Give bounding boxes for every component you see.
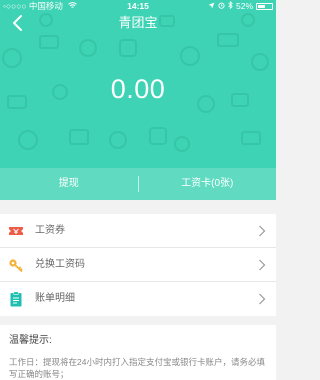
tips-body: 工作日：提现将在24小时内打入指定支付宝或银行卡账户，请务必填写正确的账号；	[9, 357, 265, 379]
page-title: 青团宝	[118, 15, 158, 30]
menu-item-label: 兑换工资码	[35, 259, 85, 270]
battery-icon	[256, 2, 273, 10]
menu-item-redeem-code[interactable]: 兑换工资码	[0, 248, 276, 282]
key-icon	[9, 259, 23, 273]
chevron-right-icon	[259, 293, 266, 305]
clipboard-icon	[10, 291, 22, 307]
status-bar: ◦○○○○ 中国移动 14:15 52%	[0, 0, 276, 12]
salary-card-button[interactable]: 工资卡(0张)	[139, 168, 277, 200]
header-area: ◦○○○○ 中国移动 14:15 52% 青团宝 0.00 提现 工资卡(0张)	[0, 0, 276, 200]
withdraw-button[interactable]: 提现	[0, 168, 138, 200]
tips-section: 温馨提示: 工作日：提现将在24小时内打入指定支付宝或银行卡账户，请务必填写正确…	[0, 325, 276, 380]
chevron-right-icon	[259, 225, 266, 237]
chevron-right-icon	[259, 259, 266, 271]
menu-list: 工资券 兑换工资码 账单明细	[0, 214, 276, 316]
tips-title: 温馨提示:	[9, 335, 52, 346]
location-icon	[208, 0, 215, 12]
battery-level	[258, 4, 265, 8]
menu-item-label: 账单明细	[35, 293, 75, 304]
bluetooth-icon	[228, 0, 233, 12]
ticket-icon	[9, 227, 23, 235]
balance-amount: 0.00	[110, 74, 166, 104]
menu-item-salary-voucher[interactable]: 工资券	[0, 214, 276, 248]
menu-item-bill-details[interactable]: 账单明细	[0, 282, 276, 316]
battery-percent: 52%	[235, 1, 253, 11]
menu-item-label: 工资券	[35, 225, 65, 236]
action-bar: 提现 工资卡(0张)	[0, 168, 276, 200]
alarm-icon	[218, 0, 225, 12]
